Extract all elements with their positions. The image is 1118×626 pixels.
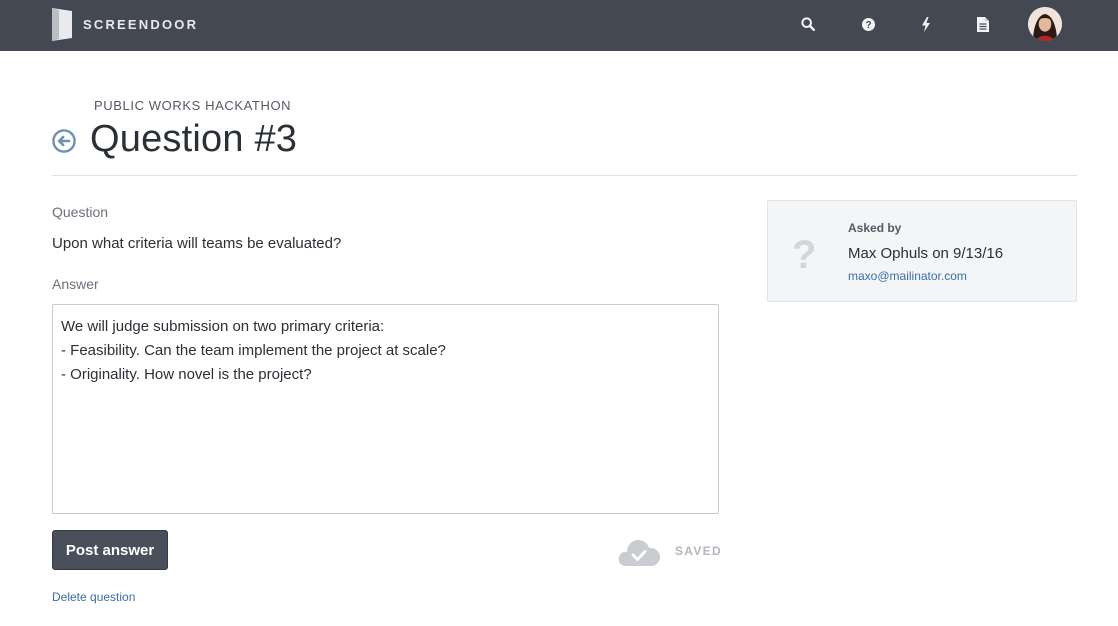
answer-line: - Originality. How novel is the project?: [61, 366, 312, 383]
help-icon[interactable]: ?: [855, 12, 881, 36]
saved-indicator: SAVED: [617, 534, 722, 568]
asked-by-label: Asked by: [848, 221, 902, 235]
delete-question-link[interactable]: Delete question: [52, 590, 135, 604]
top-navigation-bar: SCREENDOOR ?: [0, 0, 1118, 51]
cloud-check-icon: [618, 540, 660, 566]
post-answer-button[interactable]: Post answer: [52, 530, 168, 570]
question-mark-icon: ?: [792, 233, 817, 277]
saved-status-text: SAVED: [675, 544, 722, 558]
document-icon[interactable]: [970, 12, 996, 36]
header-divider: [52, 175, 1077, 176]
search-icon[interactable]: [795, 12, 821, 36]
asker-email-link[interactable]: maxo@mailinator.com: [848, 269, 967, 283]
asker-name-date: Max Ophuls on 9/13/16: [848, 245, 1004, 262]
svg-text:?: ?: [865, 20, 871, 31]
asked-by-card: ? Asked by Max Ophuls on 9/13/16 maxo@ma…: [767, 200, 1077, 302]
brand-home-link[interactable]: SCREENDOOR: [52, 7, 198, 41]
event-name: PUBLIC WORKS HACKATHON: [94, 98, 292, 113]
page-title: Question #3: [90, 118, 298, 160]
user-avatar-image: [1028, 7, 1062, 41]
lightning-icon[interactable]: [913, 12, 939, 36]
answer-label: Answer: [52, 276, 99, 292]
answer-line: We will judge submission on two primary …: [61, 318, 385, 335]
user-avatar[interactable]: [1028, 7, 1062, 41]
screendoor-logo-icon: [52, 7, 72, 41]
question-label: Question: [52, 204, 109, 220]
back-button[interactable]: [52, 129, 76, 153]
answer-textarea[interactable]: We will judge submission on two primary …: [52, 304, 719, 514]
back-arrow-icon: [52, 129, 76, 153]
question-text: Upon what criteria will teams be evaluat…: [52, 235, 342, 252]
brand-name: SCREENDOOR: [83, 16, 199, 32]
answer-line: - Feasibility. Can the team implement th…: [61, 342, 446, 359]
